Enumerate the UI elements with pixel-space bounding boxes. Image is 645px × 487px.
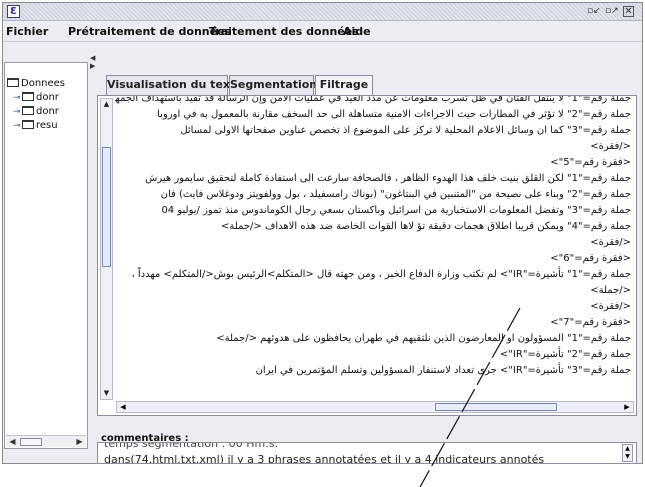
tree-horizontal-scrollbar[interactable]: ◀ ▶ [6, 435, 86, 447]
file-tree[interactable]: Donnees ⊸ donr ⊸ donr ⊸ resu ◀ ▶ [4, 62, 88, 449]
tree-item-label: resu [36, 120, 58, 131]
horizontal-scrollbar[interactable]: ◀ ▶ [116, 401, 634, 413]
text-line: جملة رقم="2" تأشيرة="IR"> [499, 349, 631, 360]
tree-node-icon[interactable]: ⊸ [13, 106, 22, 119]
menu-pretraitement[interactable]: Prétraitement de données [68, 25, 231, 38]
scroll-thumb[interactable] [102, 147, 111, 267]
close-icon[interactable]: ✕ [623, 6, 634, 17]
tab-segmentation[interactable]: Segmentation [229, 75, 317, 95]
tree-node-icon[interactable]: ⊸ [13, 120, 22, 133]
text-line: جملة رقم="2" وبناء على نصيحة من "المتنبي… [160, 189, 631, 200]
tab-visualisation[interactable]: Visualisation du texte [106, 75, 243, 95]
maximize-icon[interactable]: ▫↗ [605, 6, 619, 17]
text-line: جملة رقم="1" لا ينتقل الفتان في ظل تسرب … [115, 96, 631, 104]
splitter-left-arrow-icon[interactable]: ◀ [90, 54, 95, 62]
menu-fichier[interactable]: Fichier [6, 25, 48, 38]
tree-item-label: Donnees [21, 78, 66, 89]
scroll-thumb[interactable] [435, 403, 557, 411]
text-line: </فقرة> [590, 141, 631, 152]
title-bar[interactable]: Ɛ ▫↙ ▫↗ ✕ [3, 3, 642, 21]
vertical-scrollbar[interactable]: ▲ ▼ [100, 98, 113, 400]
text-line: جملة رقم="1" المسؤولون او المعارضون الذي… [216, 333, 631, 344]
folder-icon [7, 78, 19, 87]
splitter-right-arrow-icon[interactable]: ▶ [90, 62, 95, 70]
text-area[interactable]: جملة رقم="1" لا ينتقل الفتان في ظل تسرب … [115, 96, 634, 400]
scroll-right-icon[interactable]: ▶ [622, 402, 632, 412]
scroll-down-icon[interactable]: ▼ [101, 388, 112, 399]
panel-splitter[interactable]: ◀ ▶ [90, 52, 96, 452]
filtered-text-panel[interactable]: ▲ ▼ جملة رقم="1" لا ينتقل الفتان في ظل ت… [97, 95, 637, 416]
scroll-right-icon[interactable]: ▶ [74, 437, 85, 447]
tree-item-label: donr [36, 106, 59, 117]
comment-line: temps segmentation : 00 Hm.s. [104, 442, 278, 450]
text-line: جملة رقم="1" تأشيرة="IR"> لم تكتب وزارة … [131, 269, 631, 280]
menu-traitement[interactable]: Traitement des données [209, 25, 359, 38]
text-line: جملة رقم="3" كما ان وسائل الاعلام المحلي… [180, 125, 631, 136]
text-line: جملة رقم="3" تأشيرة="IR"> جرى تعداد لاست… [255, 365, 631, 376]
text-line: </جملة> [590, 285, 631, 296]
tree-node-icon[interactable]: ⊸ [13, 92, 22, 105]
scroll-thumb[interactable] [20, 438, 42, 446]
tree-item-root[interactable]: Donnees [7, 77, 65, 90]
tree-item-resu[interactable]: ⊸ resu [13, 119, 58, 132]
text-line: </فقرة> [590, 237, 631, 248]
text-line: </فقرة> [590, 301, 631, 312]
text-line: جملة رقم="3" وتفضل المعلومات الاستخبارية… [161, 205, 631, 216]
tree-item-label: donr [36, 92, 59, 103]
folder-icon [22, 106, 34, 115]
text-line: <فقرة رقم="5"> [550, 157, 631, 168]
comment-line: dans(74.html.txt.xml) il y a 3 phrases a… [104, 453, 545, 464]
text-line: جملة رقم="4" ويمكن قريبا اطلاق هجمات دقي… [221, 221, 631, 232]
minimize-icon[interactable]: ▫↙ [587, 6, 601, 17]
tree-item-donr-2[interactable]: ⊸ donr [13, 105, 59, 118]
text-line: <فقرة رقم="6"> [550, 253, 631, 264]
text-line: <فقرة رقم="7"> [550, 317, 631, 328]
tab-filtrage[interactable]: Filtrage [315, 75, 373, 96]
menu-aide[interactable]: Aide [343, 25, 371, 38]
menu-bar: Fichier Prétraitement de données Traitem… [3, 22, 642, 42]
scroll-left-icon[interactable]: ◀ [118, 402, 128, 412]
scroll-left-icon[interactable]: ◀ [7, 437, 18, 447]
text-line: جملة رقم="1" لكن القلق بنيت خلف هذا الهد… [145, 173, 631, 184]
comments-area[interactable]: temps segmentation : 00 Hm.s. dans(74.ht… [97, 442, 637, 464]
comments-scroll-icon[interactable]: ▲ ▼ [622, 444, 633, 462]
scroll-up-icon[interactable]: ▲ [101, 99, 112, 110]
tree-item-donr-1[interactable]: ⊸ donr [13, 91, 59, 104]
app-icon[interactable]: Ɛ [7, 5, 20, 18]
folder-icon [22, 92, 34, 101]
text-line: جملة رقم="2" لا تؤثر في المطارات حيث الا… [157, 109, 631, 120]
folder-icon [22, 120, 34, 129]
